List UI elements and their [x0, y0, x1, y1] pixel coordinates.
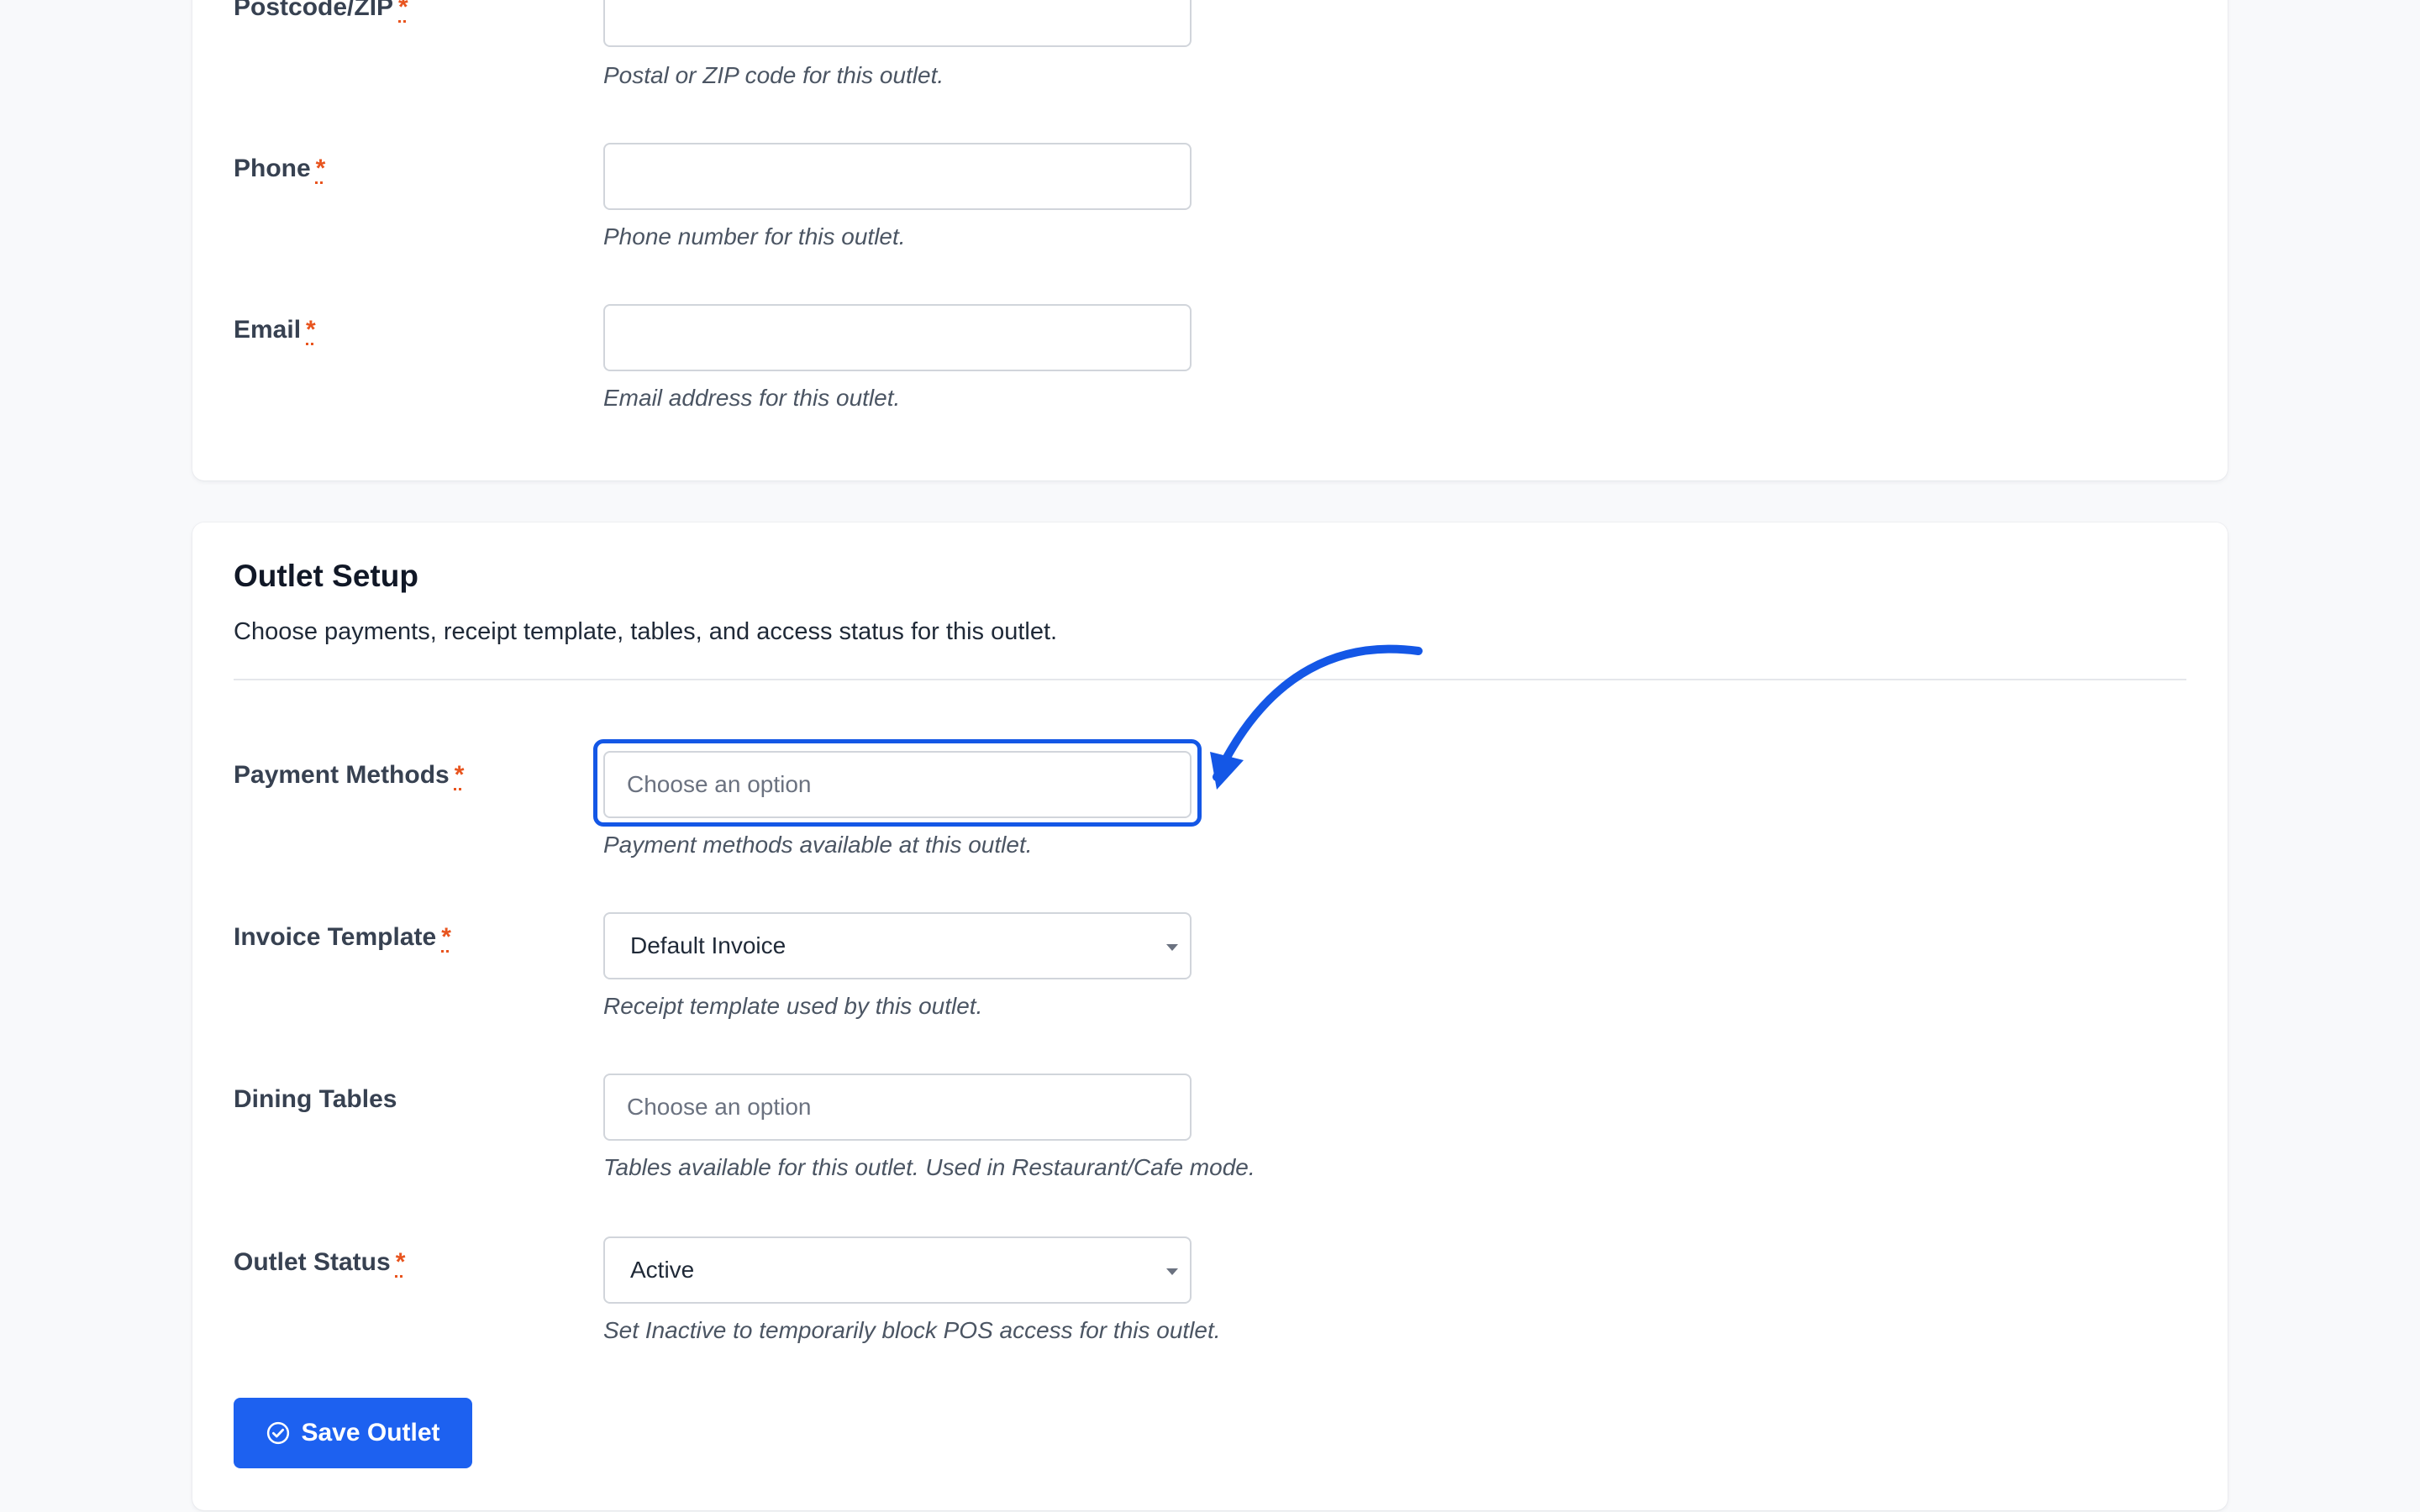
- contact-card: [192, 0, 2228, 480]
- dining-tables-label: Dining Tables: [234, 1085, 397, 1113]
- outlet-status-select[interactable]: Active: [603, 1236, 1192, 1304]
- invoice-template-label: Invoice Template *: [234, 923, 451, 951]
- email-input[interactable]: [603, 304, 1192, 371]
- chevron-down-icon: [1166, 1268, 1178, 1275]
- chevron-down-icon: [1166, 944, 1178, 951]
- phone-help: Phone number for this outlet.: [603, 223, 906, 249]
- postcode-help: Postal or ZIP code for this outlet.: [603, 62, 944, 88]
- payment-methods-label: Payment Methods *: [234, 761, 465, 789]
- outlet-status-label: Outlet Status *: [234, 1248, 406, 1276]
- payment-methods-help: Payment methods available at this outlet…: [603, 832, 1033, 858]
- dining-tables-placeholder: Choose an option: [627, 1094, 812, 1120]
- section-description: Choose payments, receipt template, table…: [234, 618, 1058, 645]
- section-title: Outlet Setup: [234, 559, 418, 593]
- dining-tables-help: Tables available for this outlet. Used i…: [603, 1154, 1255, 1180]
- invoice-template-select[interactable]: Default Invoice: [603, 912, 1192, 979]
- highlight-box: [593, 739, 1202, 827]
- outlet-status-help: Set Inactive to temporarily block POS ac…: [603, 1317, 1221, 1343]
- dining-tables-select[interactable]: Choose an option: [603, 1074, 1192, 1141]
- save-outlet-button[interactable]: Save Outlet: [234, 1398, 472, 1468]
- invoice-template-help: Receipt template used by this outlet.: [603, 993, 983, 1019]
- postcode-label: Postcode/ZIP *: [234, 0, 408, 21]
- email-label: Email *: [234, 316, 316, 344]
- outlet-status-value: Active: [630, 1257, 695, 1283]
- postcode-input[interactable]: [603, 0, 1192, 47]
- phone-input[interactable]: [603, 143, 1192, 210]
- email-help: Email address for this outlet.: [603, 385, 901, 411]
- invoice-template-value: Default Invoice: [630, 932, 786, 958]
- pointer-arrow-icon: [1210, 644, 1423, 790]
- save-outlet-label: Save Outlet: [301, 1419, 440, 1446]
- check-circle-icon: [267, 1421, 290, 1445]
- phone-label: Phone *: [234, 155, 326, 182]
